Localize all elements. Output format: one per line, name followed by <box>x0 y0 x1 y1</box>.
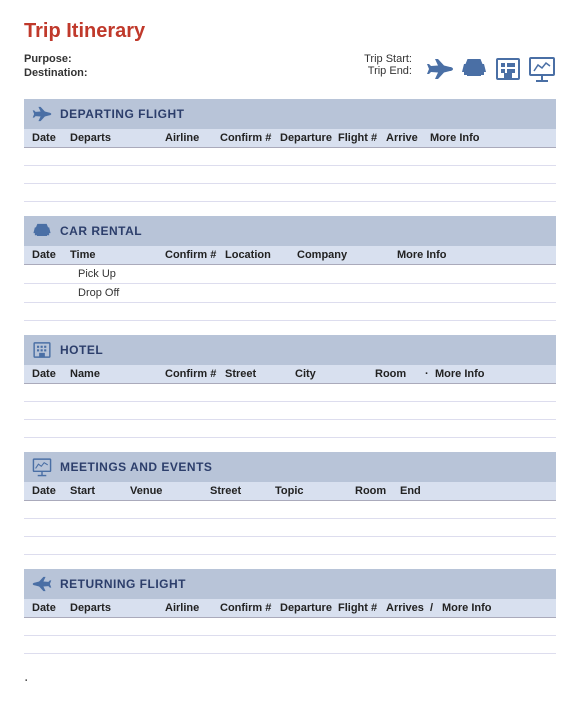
col-confirm-car: Confirm # <box>165 249 225 261</box>
col-name-hotel: Name <box>70 368 165 380</box>
returning-table-header: Date Departs Airline Confirm # Departure… <box>24 599 556 618</box>
returning-header: RETURNING FLIGHT <box>24 569 556 599</box>
building-icon <box>494 55 522 83</box>
car-rental-title: CAR RENTAL <box>60 224 142 238</box>
car-pickup-row: Pick Up <box>24 265 556 284</box>
meetings-table-header: Date Start Venue Street Topic Room End <box>24 482 556 501</box>
col-flight-ret: Flight # <box>338 602 386 614</box>
hotel-header: HOTEL <box>24 335 556 365</box>
col-street-meet: Street <box>210 485 275 497</box>
col-date-meet: Date <box>32 485 70 497</box>
trip-icons <box>426 55 556 83</box>
col-arrives-ret: Arrives <box>386 602 430 614</box>
col-street-hotel: Street <box>225 368 295 380</box>
hotel-section: HOTEL Date Name Confirm # Street City Ro… <box>24 335 556 438</box>
col-dot-hotel: · <box>425 368 435 380</box>
hotel-row-2 <box>24 402 556 420</box>
col-departs-dep: Departs <box>70 132 165 144</box>
col-room-hotel: Room <box>375 368 425 380</box>
returning-flight-section: RETURNING FLIGHT Date Departs Airline Co… <box>24 569 556 654</box>
departing-table-header: Date Departs Airline Confirm # Departure… <box>24 129 556 148</box>
col-time-car: Time <box>70 249 165 261</box>
departing-row-1 <box>24 148 556 166</box>
col-moreinfo-car: More Info <box>397 249 548 261</box>
col-moreinfo-ret: More Info <box>442 602 548 614</box>
col-location-car: Location <box>225 249 297 261</box>
car-dropoff-row: Drop Off <box>24 284 556 303</box>
departing-title: DEPARTING FLIGHT <box>60 107 184 121</box>
destination-label: Destination: <box>24 67 88 79</box>
bottom-dot: . <box>24 668 556 686</box>
hotel-row-3 <box>24 420 556 438</box>
col-company-car: Company <box>297 249 397 261</box>
col-city-hotel: City <box>295 368 375 380</box>
car-rental-icon <box>32 221 52 241</box>
col-date-hotel: Date <box>32 368 70 380</box>
chart-icon <box>528 55 556 83</box>
returning-row-1 <box>24 618 556 636</box>
car-icon <box>460 55 488 83</box>
col-confirm-ret: Confirm # <box>220 602 280 614</box>
col-departure-dep: Departure <box>280 132 338 144</box>
meetings-row-1 <box>24 501 556 519</box>
car-rental-table-header: Date Time Confirm # Location Company Mor… <box>24 246 556 265</box>
purpose-label: Purpose: <box>24 53 72 65</box>
col-moreinfo-hotel: More Info <box>435 368 548 380</box>
col-topic-meet: Topic <box>275 485 355 497</box>
col-end-meet: End <box>400 485 548 497</box>
col-slash-ret: / <box>430 602 442 614</box>
col-start-meet: Start <box>70 485 130 497</box>
pickup-label: Pick Up <box>70 268 165 280</box>
top-info: Purpose: Destination: Trip Start: Trip E… <box>24 53 556 83</box>
col-airline-ret: Airline <box>165 602 220 614</box>
car-rental-header: CAR RENTAL <box>24 216 556 246</box>
hotel-table-header: Date Name Confirm # Street City Room · M… <box>24 365 556 384</box>
col-airline-dep: Airline <box>165 132 220 144</box>
col-confirm-hotel: Confirm # <box>165 368 225 380</box>
car-row-3 <box>24 303 556 321</box>
col-date-ret: Date <box>32 602 70 614</box>
meetings-chart-icon <box>32 457 52 477</box>
page-title: Trip Itinerary <box>24 20 556 43</box>
trip-end-label: Trip End: <box>364 65 412 77</box>
col-date-dep: Date <box>32 132 70 144</box>
dropoff-label: Drop Off <box>70 287 165 299</box>
meetings-header: MEETINGS AND EVENTS <box>24 452 556 482</box>
hotel-building-icon <box>32 340 52 360</box>
hotel-row-1 <box>24 384 556 402</box>
departing-row-2 <box>24 166 556 184</box>
departing-header: DEPARTING FLIGHT <box>24 99 556 129</box>
col-flight-dep: Flight # <box>338 132 386 144</box>
meetings-row-3 <box>24 537 556 555</box>
returning-title: RETURNING FLIGHT <box>60 577 186 591</box>
meetings-row-2 <box>24 519 556 537</box>
col-confirm-dep: Confirm # <box>220 132 280 144</box>
departing-flight-section: DEPARTING FLIGHT Date Departs Airline Co… <box>24 99 556 202</box>
col-venue-meet: Venue <box>130 485 210 497</box>
departing-plane-icon <box>32 104 52 124</box>
col-moreinfo-dep: More Info <box>430 132 548 144</box>
col-date-car: Date <box>32 249 70 261</box>
returning-plane-icon <box>32 574 52 594</box>
meetings-title: MEETINGS AND EVENTS <box>60 460 212 474</box>
hotel-title: HOTEL <box>60 343 103 357</box>
plane-icon <box>426 55 454 83</box>
meetings-section: MEETINGS AND EVENTS Date Start Venue Str… <box>24 452 556 555</box>
departing-row-3 <box>24 184 556 202</box>
col-departure-ret: Departure <box>280 602 338 614</box>
trip-purpose-destination: Purpose: Destination: <box>24 53 94 81</box>
trip-start-label: Trip Start: <box>364 53 412 65</box>
col-arrive-dep: Arrive <box>386 132 430 144</box>
car-rental-section: CAR RENTAL Date Time Confirm # Location … <box>24 216 556 321</box>
returning-row-2 <box>24 636 556 654</box>
col-departs-ret: Departs <box>70 602 165 614</box>
col-room-meet: Room <box>355 485 400 497</box>
